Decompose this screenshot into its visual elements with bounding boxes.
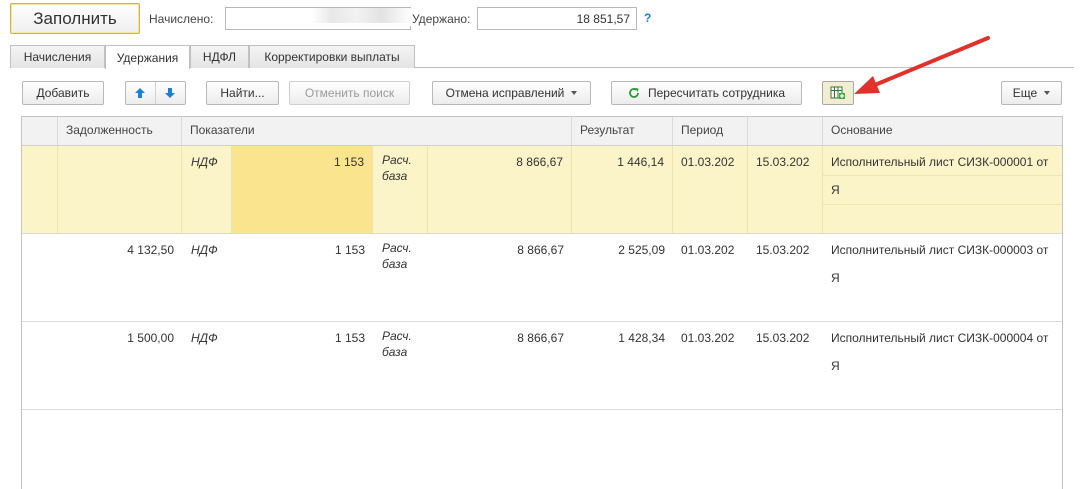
- find-button[interactable]: Найти...: [206, 81, 279, 105]
- cell-indicator-name[interactable]: НДФ: [182, 234, 232, 321]
- cell-indicator-value-2[interactable]: 8 866,67: [428, 322, 572, 409]
- dropdown-icon: [1044, 91, 1051, 95]
- cell-period-to[interactable]: 15.03.202: [748, 234, 823, 321]
- cancel-corrections-label: Отмена исправлений: [445, 86, 565, 100]
- accrued-label: Начислено:: [149, 12, 214, 26]
- tab-accruals[interactable]: Начисления: [10, 45, 105, 68]
- add-button[interactable]: Добавить: [22, 81, 104, 105]
- col-header-debt[interactable]: Задолженность: [58, 117, 182, 146]
- col-header-basis[interactable]: Основание: [823, 117, 1062, 146]
- col-header-result[interactable]: Результат: [572, 117, 673, 146]
- cell-result[interactable]: 1 428,34: [572, 322, 673, 409]
- accrued-field-blur: [312, 8, 412, 23]
- cell-result[interactable]: 1 446,14: [572, 146, 673, 233]
- cell-indicator-value[interactable]: 1 153: [232, 146, 373, 233]
- table-row[interactable]: 1 500,00 НДФ 1 153 Расч. база 8 866,67 1…: [22, 322, 1062, 410]
- cell-indicator-name-2[interactable]: Расч. база: [373, 234, 428, 321]
- row-marker: [22, 146, 58, 233]
- more-label: Еще: [1012, 86, 1038, 100]
- dropdown-icon: [571, 91, 578, 95]
- cell-indicator-name-2[interactable]: Расч. база: [373, 322, 428, 409]
- more-button[interactable]: Еще: [1001, 81, 1062, 105]
- recalc-employee-label: Пересчитать сотрудника: [647, 86, 786, 100]
- arrow-down-icon: [165, 88, 176, 98]
- cell-indicator-name[interactable]: НДФ: [182, 322, 232, 409]
- cell-period-to[interactable]: 15.03.202: [748, 146, 823, 233]
- cell-indicator-value-2[interactable]: 8 866,67: [428, 146, 572, 233]
- row-marker: [22, 322, 58, 409]
- help-link[interactable]: ?: [644, 11, 651, 25]
- cell-indicator-value-2[interactable]: 8 866,67: [428, 234, 572, 321]
- cell-indicator-value[interactable]: 1 153: [232, 234, 373, 321]
- cell-indicator-value[interactable]: 1 153: [232, 322, 373, 409]
- withheld-label: Удержано:: [410, 12, 471, 26]
- deductions-table: Задолженность Показатели Результат Перио…: [21, 116, 1063, 489]
- withheld-field[interactable]: 18 851,57: [477, 7, 637, 30]
- col-header-period-end[interactable]: [748, 117, 823, 146]
- cell-basis[interactable]: Исполнительный лист СИЗК-000003 от Я: [823, 234, 1062, 321]
- basis-divider: [823, 204, 1062, 205]
- arrow-up-icon: [135, 88, 146, 98]
- cell-indicator-name-2[interactable]: Расч. база: [373, 146, 428, 233]
- fill-button[interactable]: Заполнить: [10, 3, 140, 34]
- cancel-search-button[interactable]: Отменить поиск: [289, 81, 410, 105]
- cell-period-to[interactable]: 15.03.202: [748, 322, 823, 409]
- row-marker: [22, 234, 58, 321]
- cancel-corrections-button[interactable]: Отмена исправлений: [432, 81, 591, 105]
- move-down-button[interactable]: [156, 82, 185, 104]
- cell-period-from[interactable]: 01.03.202: [673, 322, 748, 409]
- annotation-arrow: [854, 36, 990, 94]
- col-header-marker: [22, 117, 58, 146]
- refresh-icon: [629, 88, 639, 98]
- basis-divider: [823, 175, 1062, 176]
- recalc-employee-button[interactable]: Пересчитать сотрудника: [611, 81, 802, 105]
- move-buttons-group: [125, 81, 186, 105]
- move-up-button[interactable]: [126, 82, 156, 104]
- cell-result[interactable]: 2 525,09: [572, 234, 673, 321]
- table-row[interactable]: НДФ 1 153 Расч. база 8 866,67 1 446,14 0…: [22, 146, 1062, 234]
- col-header-indicators[interactable]: Показатели: [182, 117, 572, 146]
- tab-deductions[interactable]: Удержания: [105, 45, 190, 69]
- cell-basis[interactable]: Исполнительный лист СИЗК-000004 от Я: [823, 322, 1062, 409]
- cell-debt[interactable]: 4 132,50: [58, 234, 182, 321]
- cell-indicator-name[interactable]: НДФ: [182, 146, 232, 233]
- cell-period-from[interactable]: 01.03.202: [673, 234, 748, 321]
- cell-debt[interactable]: 1 500,00: [58, 322, 182, 409]
- tab-ndfl[interactable]: НДФЛ: [190, 45, 249, 68]
- tab-payment-corrections[interactable]: Корректировки выплаты: [249, 45, 415, 68]
- col-header-period[interactable]: Период: [673, 117, 748, 146]
- cell-debt[interactable]: [58, 146, 182, 233]
- cell-period-from[interactable]: 01.03.202: [673, 146, 748, 233]
- table-row[interactable]: 4 132,50 НДФ 1 153 Расч. база 8 866,67 2…: [22, 234, 1062, 322]
- cell-basis[interactable]: Исполнительный лист СИЗК-000001 от Я: [823, 146, 1062, 233]
